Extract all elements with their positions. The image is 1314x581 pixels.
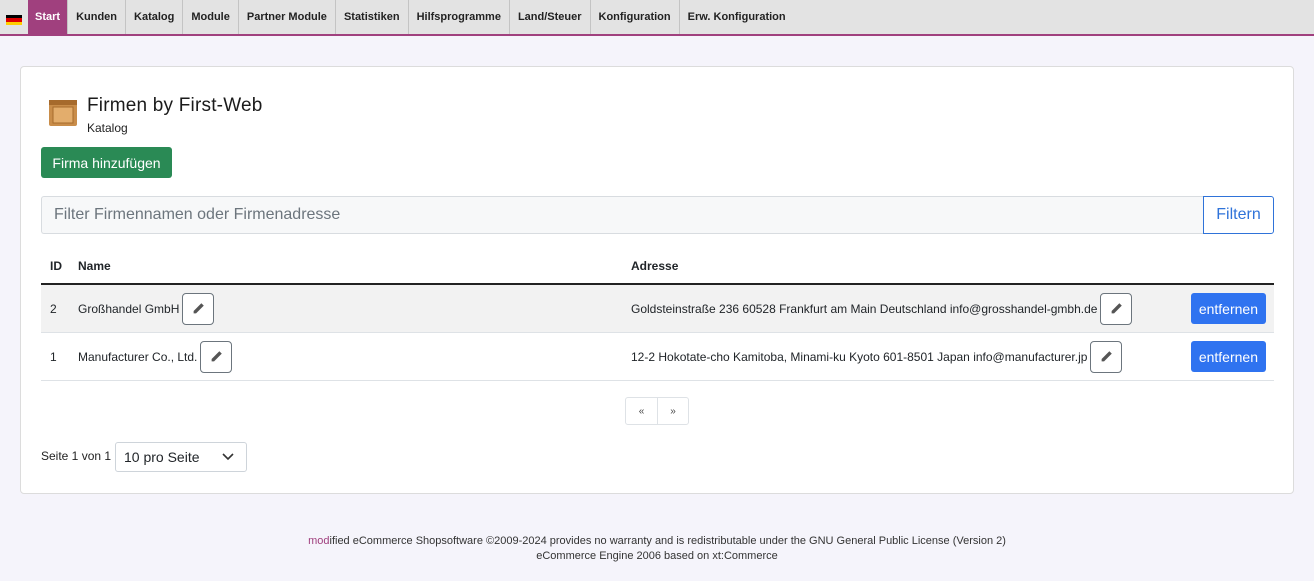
- remove-button[interactable]: entfernen: [1190, 293, 1266, 324]
- chevron-down-icon: [222, 453, 234, 461]
- row-id: 2: [50, 301, 57, 316]
- top-navigation: Start Kunden Katalog Module Partner Modu…: [0, 0, 1314, 36]
- nav-item-hilfsprogramme[interactable]: Hilfsprogramme: [409, 0, 510, 34]
- footer-brand-mod: mod: [308, 535, 330, 547]
- header-address: Adresse: [631, 259, 679, 273]
- per-page-value: 10 pro Seite: [124, 449, 200, 465]
- nav-item-erw-konfiguration[interactable]: Erw. Konfiguration: [680, 0, 794, 34]
- per-page-select[interactable]: 10 pro Seite: [115, 442, 247, 472]
- prev-page-button[interactable]: «: [626, 398, 657, 424]
- nav-item-konfiguration[interactable]: Konfiguration: [591, 0, 680, 34]
- nav-item-katalog[interactable]: Katalog: [126, 0, 184, 34]
- box-icon: [49, 100, 77, 126]
- edit-name-button[interactable]: [200, 340, 233, 373]
- row-id: 1: [50, 349, 57, 364]
- filter-bar: Filtern: [41, 196, 1274, 234]
- pencil-icon: [193, 303, 204, 314]
- pagination: « »: [625, 397, 689, 425]
- company-address: 12-2 Hokotate-cho Kamitoba, Minami-ku Ky…: [631, 349, 1088, 364]
- nav-item-kunden[interactable]: Kunden: [68, 0, 127, 34]
- pencil-icon: [1101, 351, 1112, 362]
- pencil-icon: [211, 351, 222, 362]
- next-page-button[interactable]: »: [657, 398, 688, 424]
- nav-item-partner-module[interactable]: Partner Module: [239, 0, 336, 34]
- table-row: 1 Manufacturer Co., Ltd. 12-2 Hokotate-c…: [41, 333, 1274, 381]
- page-subtitle: Katalog: [87, 121, 128, 135]
- companies-table: ID Name Adresse 2 Großhandel GmbH Goldst…: [41, 249, 1274, 381]
- edit-address-button[interactable]: [1100, 292, 1133, 325]
- nav-item-statistiken[interactable]: Statistiken: [336, 0, 409, 34]
- header-name: Name: [78, 259, 111, 273]
- edit-address-button[interactable]: [1090, 340, 1123, 373]
- header-id: ID: [50, 259, 62, 273]
- filter-button[interactable]: Filtern: [1203, 196, 1274, 234]
- footer-line-2: eCommerce Engine 2006 based on xt:Commer…: [536, 550, 778, 562]
- footer-line-1: ified eCommerce Shopsoftware ©2009-2024 …: [329, 535, 1006, 547]
- edit-name-button[interactable]: [182, 292, 215, 325]
- footer: modified eCommerce Shopsoftware ©2009-20…: [0, 534, 1314, 564]
- nav-item-land-steuer[interactable]: Land/Steuer: [510, 0, 591, 34]
- flag-de-icon[interactable]: [0, 0, 28, 34]
- nav-item-start[interactable]: Start: [28, 0, 69, 34]
- add-company-button[interactable]: Firma hinzufügen: [41, 147, 172, 178]
- filter-input[interactable]: [41, 196, 1203, 234]
- company-address: Goldsteinstraße 236 60528 Frankfurt am M…: [631, 301, 1098, 316]
- page-info: Seite 1 von 1: [41, 449, 112, 463]
- table-header: ID Name Adresse: [41, 249, 1274, 285]
- company-name: Großhandel GmbH: [78, 301, 180, 316]
- remove-button[interactable]: entfernen: [1190, 341, 1266, 372]
- table-row: 2 Großhandel GmbH Goldsteinstraße 236 60…: [41, 285, 1274, 333]
- pencil-icon: [1111, 303, 1122, 314]
- page-title: Firmen by First-Web: [87, 95, 263, 116]
- content-card: Firmen by First-Web Katalog Firma hinzuf…: [20, 66, 1294, 494]
- nav-item-module[interactable]: Module: [183, 0, 239, 34]
- company-name: Manufacturer Co., Ltd.: [78, 349, 198, 364]
